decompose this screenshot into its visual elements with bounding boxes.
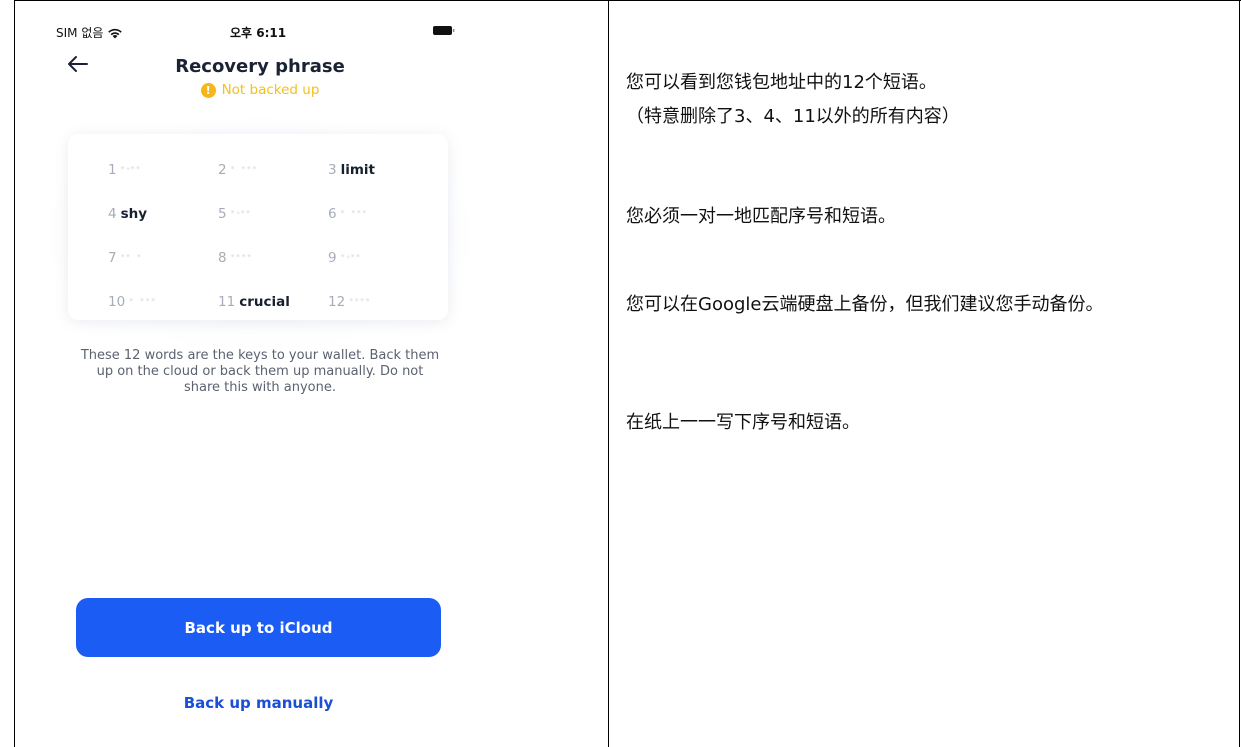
phrase-word-5: 5 ˑᐧˑˑ — [218, 192, 328, 236]
phrase-word-redacted: ˑ ˑˑˑ — [340, 206, 369, 222]
phrase-word-number: 8 — [218, 250, 227, 266]
warning-icon: ! — [200, 82, 216, 98]
phrase-word-redacted: ˑˑ ˑ — [120, 250, 143, 266]
phrase-word-grid: 1 ˑᐧˑˑ 2 ˑ ˑˑˑ 3 limit 4 shy 5 ˑᐧˑˑ 6 ˑ ˑˑˑ 7 ˑˑ ˑ 8 ˑˑ… — [108, 148, 438, 324]
phrase-word-number: 10 — [108, 294, 126, 310]
clock: 오후 6:11 — [230, 26, 287, 40]
phrase-word-text: crucial — [239, 294, 290, 310]
backup-status: ! Not backed up — [40, 82, 480, 98]
phrase-word-3: 3 limit — [328, 148, 438, 192]
carrier-label: SIM 없음 — [56, 26, 104, 40]
table-border-divider — [608, 0, 609, 747]
phrase-word-text: shy — [120, 206, 148, 222]
note-line-4: 您可以在Google云端硬盘上备份，但我们建议您手动备份。 — [626, 294, 1104, 315]
phone-screenshot: SIM 없음 오후 6:11 Recovery phrase ! Not bac… — [40, 10, 480, 747]
phrase-word-redacted: ˑᐧˑˑ — [120, 162, 142, 178]
phrase-word-text: limit — [340, 162, 375, 178]
phrase-word-number: 5 — [218, 206, 227, 222]
phrase-word-number: 3 — [328, 162, 337, 178]
phrase-word-number: 4 — [108, 206, 117, 222]
phrase-word-number: 12 — [328, 294, 346, 310]
table-border-top — [14, 0, 1241, 1]
page-title: Recovery phrase — [175, 56, 345, 77]
note-line-3: 您必须一对一地匹配序号和短语。 — [626, 206, 896, 227]
carrier-status: SIM 없음 — [56, 24, 123, 41]
phrase-word-4: 4 shy — [108, 192, 218, 236]
phrase-word-11: 11 crucial — [218, 280, 328, 324]
phrase-word-number: 2 — [218, 162, 227, 178]
phrase-word-8: 8 ˑˑˑˑ — [218, 236, 328, 280]
phrase-word-redacted: ˑᐧˑˑ — [230, 206, 252, 222]
phrase-word-redacted: ˑˑˑˑ — [230, 250, 253, 266]
phrase-word-number: 11 — [218, 294, 236, 310]
phrase-word-redacted: ˑ ˑˑˑ — [129, 294, 157, 310]
battery-icon — [433, 26, 455, 35]
backup-icloud-button[interactable]: Back up to iCloud — [76, 598, 441, 657]
phrase-word-6: 6ˑ ˑˑˑ — [328, 192, 438, 236]
table-border-left — [14, 0, 15, 747]
phrase-word-number: 1 — [108, 162, 117, 178]
phrase-word-number: 9 — [328, 250, 337, 266]
wifi-icon — [108, 28, 123, 38]
recovery-phrase-card: 1 ˑᐧˑˑ 2 ˑ ˑˑˑ 3 limit 4 shy 5 ˑᐧˑˑ 6 ˑ ˑˑˑ 7 ˑˑ ˑ 8 ˑˑ… — [68, 134, 448, 320]
phrase-word-12: 12 ˑˑˑˑ — [328, 280, 438, 324]
phrase-word-redacted: ˑ ˑˑˑ — [230, 162, 259, 178]
note-line-1: 您可以看到您钱包地址中的12个短语。 — [626, 72, 937, 93]
backup-status-label: Not backed up — [221, 82, 320, 98]
phrase-word-redacted: ˑˑˑˑ — [349, 294, 372, 310]
phrase-description: These 12 words are the keys to your wall… — [80, 348, 440, 395]
table-border-right — [1239, 0, 1240, 747]
phrase-word-1: 1 ˑᐧˑˑ — [108, 148, 218, 192]
phrase-word-number: 6 — [328, 206, 337, 222]
phrase-word-9: 9 ˑᐧˑˑ — [328, 236, 438, 280]
phrase-word-number: 7 — [108, 250, 117, 266]
phrase-word-redacted: ˑᐧˑˑ — [340, 250, 362, 266]
note-line-2: （特意删除了3、4、11以外的所有内容） — [626, 106, 960, 127]
phrase-word-10: 10 ˑ ˑˑˑ — [108, 280, 218, 324]
backup-manually-button[interactable]: Back up manually — [76, 690, 441, 716]
phrase-word-7: 7 ˑˑ ˑ — [108, 236, 218, 280]
note-line-5: 在纸上一一写下序号和短语。 — [626, 412, 860, 433]
phrase-word-2: 2ˑ ˑˑˑ — [218, 148, 328, 192]
status-bar: SIM 없음 오후 6:11 — [40, 10, 480, 40]
